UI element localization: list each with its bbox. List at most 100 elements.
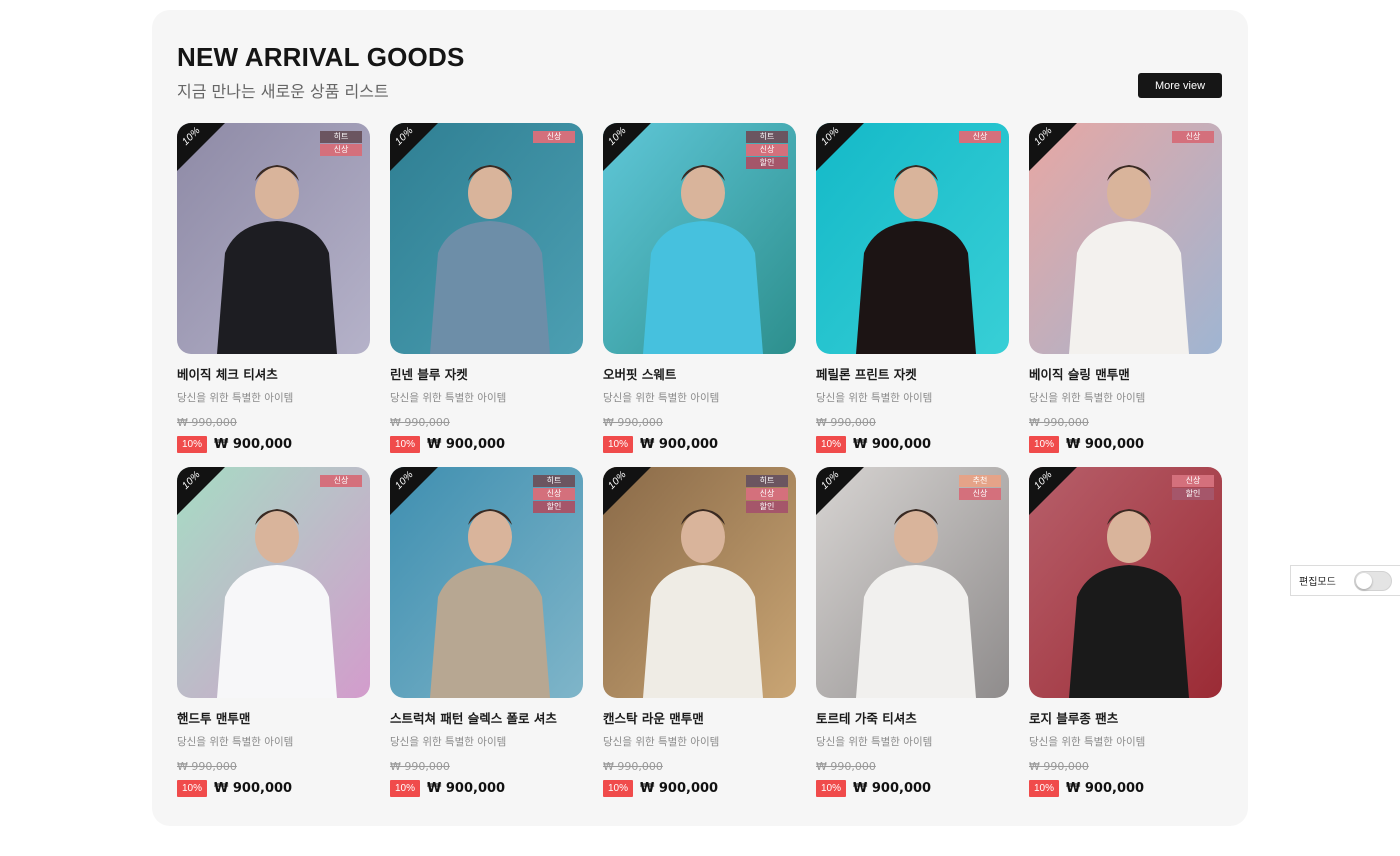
product-image[interactable]: 10% 추천 신상 — [816, 467, 1009, 698]
original-price: ₩ 990,000 — [1029, 760, 1089, 773]
sale-price: ₩ 900,000 — [853, 781, 932, 796]
product-card[interactable]: 10% 신상 베이직 슬링 맨투맨 당신을 위한 특별한 아이템 ₩ 990,0… — [1029, 123, 1222, 453]
discount-badge: 10% — [390, 436, 420, 453]
badge-stack: 히트 신상 할인 — [746, 475, 788, 513]
product-badge: 할인 — [1172, 488, 1214, 500]
discount-corner — [603, 467, 651, 515]
price-row: 10% ₩ 900,000 — [603, 436, 796, 453]
discount-corner — [390, 123, 438, 171]
original-price: ₩ 990,000 — [390, 416, 450, 429]
discount-badge: 10% — [1029, 780, 1059, 797]
price-row: 10% ₩ 900,000 — [177, 780, 370, 797]
product-badge: 히트 — [746, 475, 788, 487]
price-row: 10% ₩ 900,000 — [603, 780, 796, 797]
badge-stack: 신상 — [959, 131, 1001, 143]
badge-stack: 신상 — [1172, 131, 1214, 143]
more-view-button[interactable]: More view — [1138, 73, 1222, 98]
product-name[interactable]: 베이직 체크 티셔츠 — [177, 364, 370, 383]
sale-price: ₩ 900,000 — [214, 437, 293, 452]
product-badge: 신상 — [959, 488, 1001, 500]
sale-price: ₩ 900,000 — [1066, 437, 1145, 452]
product-badge: 히트 — [533, 475, 575, 487]
product-name[interactable]: 캔스탁 라운 맨투맨 — [603, 708, 796, 727]
sale-price: ₩ 900,000 — [427, 781, 506, 796]
badge-stack: 신상 — [533, 131, 575, 143]
product-card[interactable]: 10% 신상 할인 로지 블루종 팬츠 당신을 위한 특별한 아이템 ₩ 990,… — [1029, 467, 1222, 797]
product-description: 당신을 위한 특별한 아이템 — [816, 736, 933, 748]
product-card[interactable]: 10% 신상 핸드투 맨투맨 당신을 위한 특별한 아이템 ₩ 990,000 … — [177, 467, 370, 797]
sale-price: ₩ 900,000 — [427, 437, 506, 452]
product-image[interactable]: 10% 히트 신상 — [177, 123, 370, 354]
sale-price: ₩ 900,000 — [1066, 781, 1145, 796]
sale-price: ₩ 900,000 — [214, 781, 293, 796]
discount-corner — [390, 467, 438, 515]
product-name[interactable]: 핸드투 맨투맨 — [177, 708, 370, 727]
discount-badge: 10% — [603, 436, 633, 453]
price-row: 10% ₩ 900,000 — [390, 436, 583, 453]
original-price: ₩ 990,000 — [390, 760, 450, 773]
discount-badge: 10% — [603, 780, 633, 797]
sale-price: ₩ 900,000 — [640, 437, 719, 452]
product-name[interactable]: 오버핏 스웨트 — [603, 364, 796, 383]
product-image[interactable]: 10% 신상 — [177, 467, 370, 698]
price-row: 10% ₩ 900,000 — [1029, 780, 1222, 797]
edit-mode-toggle[interactable]: 편집모드 — [1290, 565, 1400, 596]
product-image[interactable]: 10% 신상 — [1029, 123, 1222, 354]
product-card[interactable]: 10% 히트 신상 할인 캔스탁 라운 맨투맨 당신을 위한 특별한 아이템 ₩ 9… — [603, 467, 796, 797]
discount-badge: 10% — [177, 780, 207, 797]
discount-badge: 10% — [816, 436, 846, 453]
product-image[interactable]: 10% 히트 신상 할인 — [603, 467, 796, 698]
product-name[interactable]: 베이직 슬링 맨투맨 — [1029, 364, 1222, 383]
product-badge: 신상 — [533, 488, 575, 500]
discount-badge: 10% — [390, 780, 420, 797]
discount-corner — [816, 123, 864, 171]
original-price: ₩ 990,000 — [816, 416, 876, 429]
product-badge: 히트 — [320, 131, 362, 143]
product-image[interactable]: 10% 히트 신상 할인 — [390, 467, 583, 698]
badge-stack: 신상 — [320, 475, 362, 487]
original-price: ₩ 990,000 — [177, 760, 237, 773]
product-card[interactable]: 10% 히트 신상 할인 오버핏 스웨트 당신을 위한 특별한 아이템 ₩ 990,… — [603, 123, 796, 453]
product-image[interactable]: 10% 신상 — [390, 123, 583, 354]
product-badge: 추천 — [959, 475, 1001, 487]
product-badge: 신상 — [320, 144, 362, 156]
product-name[interactable]: 로지 블루종 팬츠 — [1029, 708, 1222, 727]
original-price: ₩ 990,000 — [1029, 416, 1089, 429]
product-image[interactable]: 10% 히트 신상 할인 — [603, 123, 796, 354]
product-card[interactable]: 10% 히트 신상 할인 스트럭쳐 패턴 슬렉스 폴로 셔츠 당신을 위한 특별한 … — [390, 467, 583, 797]
product-badge: 할인 — [746, 157, 788, 169]
product-image[interactable]: 10% 신상 — [816, 123, 1009, 354]
product-name[interactable]: 페릴론 프린트 자켓 — [816, 364, 1009, 383]
discount-corner — [177, 123, 225, 171]
product-description: 당신을 위한 특별한 아이템 — [390, 392, 507, 404]
original-price: ₩ 990,000 — [603, 416, 663, 429]
product-name[interactable]: 스트럭쳐 패턴 슬렉스 폴로 셔츠 — [390, 708, 583, 727]
edit-mode-switch[interactable] — [1354, 571, 1392, 591]
switch-knob — [1356, 573, 1372, 589]
discount-corner — [816, 467, 864, 515]
product-image[interactable]: 10% 신상 할인 — [1029, 467, 1222, 698]
new-arrival-section: NEW ARRIVAL GOODS 지금 만나는 새로운 상품 리스트 More… — [152, 10, 1248, 826]
product-description: 당신을 위한 특별한 아이템 — [1029, 736, 1146, 748]
sale-price: ₩ 900,000 — [640, 781, 719, 796]
price-row: 10% ₩ 900,000 — [816, 780, 1009, 797]
product-description: 당신을 위한 특별한 아이템 — [390, 736, 507, 748]
product-badge: 신상 — [1172, 475, 1214, 487]
product-badge: 할인 — [746, 501, 788, 513]
product-card[interactable]: 10% 히트 신상 베이직 체크 티셔츠 당신을 위한 특별한 아이템 ₩ 990… — [177, 123, 370, 453]
product-card[interactable]: 10% 신상 린넨 블루 자켓 당신을 위한 특별한 아이템 ₩ 990,000… — [390, 123, 583, 453]
price-row: 10% ₩ 900,000 — [177, 436, 370, 453]
product-card[interactable]: 10% 추천 신상 토르테 가죽 티셔츠 당신을 위한 특별한 아이템 ₩ 990… — [816, 467, 1009, 797]
product-description: 당신을 위한 특별한 아이템 — [177, 392, 294, 404]
discount-badge: 10% — [1029, 436, 1059, 453]
product-badge: 신상 — [320, 475, 362, 487]
original-price: ₩ 990,000 — [603, 760, 663, 773]
discount-corner — [603, 123, 651, 171]
discount-badge: 10% — [816, 780, 846, 797]
product-description: 당신을 위한 특별한 아이템 — [1029, 392, 1146, 404]
product-name[interactable]: 토르테 가죽 티셔츠 — [816, 708, 1009, 727]
product-card[interactable]: 10% 신상 페릴론 프린트 자켓 당신을 위한 특별한 아이템 ₩ 990,0… — [816, 123, 1009, 453]
edit-mode-label: 편집모드 — [1299, 577, 1336, 588]
product-name[interactable]: 린넨 블루 자켓 — [390, 364, 583, 383]
product-description: 당신을 위한 특별한 아이템 — [177, 736, 294, 748]
